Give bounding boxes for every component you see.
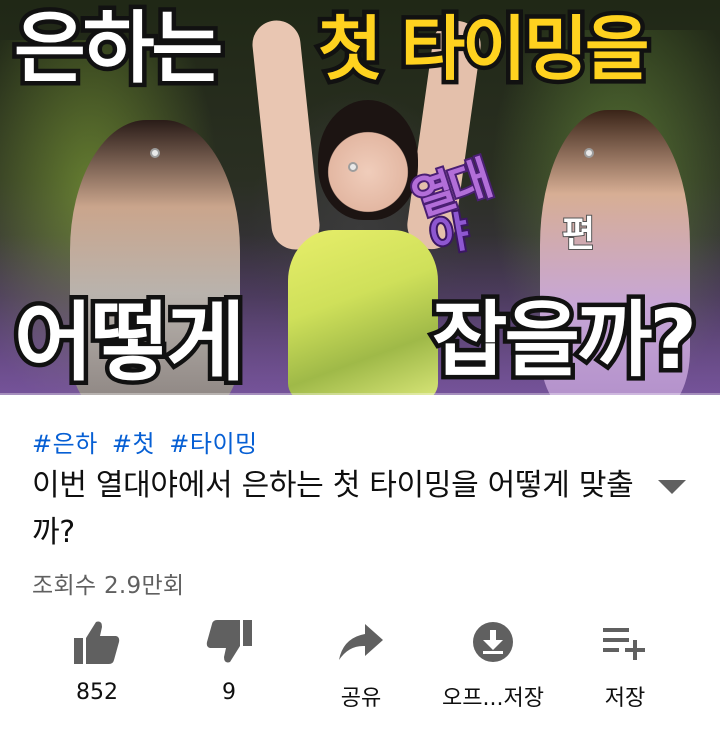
- save-label: 저장: [604, 686, 646, 711]
- share-button[interactable]: 공유: [295, 618, 427, 718]
- show-logo: 열대 야: [404, 149, 552, 276]
- hashtag-link[interactable]: #첫: [112, 430, 155, 458]
- expand-description-icon[interactable]: [658, 480, 686, 494]
- download-button[interactable]: 오프...저장: [427, 618, 559, 718]
- dislike-count: 9: [222, 680, 236, 705]
- show-logo-bottom: 야: [424, 205, 472, 263]
- caption-line1-yellow: 첫 타이밍을: [313, 8, 653, 90]
- thumbs-down-icon: [205, 618, 253, 666]
- headset-mic-center: [348, 162, 358, 172]
- performer-center-arm-left: [250, 18, 322, 252]
- like-button[interactable]: 852: [31, 618, 163, 718]
- show-logo-suffix: 편: [561, 213, 596, 256]
- progress-bar[interactable]: [0, 393, 720, 396]
- dislike-button[interactable]: 9: [163, 618, 295, 718]
- hashtag-list: #은하 #첫 #타이밍: [32, 424, 264, 459]
- caption-line2-right: 잡을까?: [428, 293, 702, 388]
- headset-mic-left: [150, 148, 160, 158]
- save-button[interactable]: 저장: [559, 618, 691, 718]
- like-count: 852: [76, 680, 118, 705]
- download-label: 오프...저장: [442, 686, 544, 711]
- video-player[interactable]: 은하는 첫 타이밍을 열대 야 편 어떻게 잡을까?: [0, 0, 720, 395]
- share-icon: [337, 618, 385, 666]
- caption-line1-white: 은하는: [9, 4, 227, 94]
- caption-line2-left: 어떻게: [9, 293, 249, 393]
- share-label: 공유: [340, 686, 382, 711]
- action-bar: 852 9 공유 오프...저장 저장: [0, 618, 720, 718]
- hashtag-link[interactable]: #타이밍: [169, 430, 257, 458]
- hashtag-link[interactable]: #은하: [32, 430, 98, 458]
- download-icon: [469, 618, 517, 666]
- performer-center-head: [318, 100, 418, 220]
- thumbs-up-icon: [73, 618, 121, 666]
- video-title[interactable]: 이번 열대야에서 은하는 첫 타이밍을 어떻게 맞출까?: [32, 462, 642, 556]
- add-to-playlist-icon: [601, 618, 649, 666]
- headset-mic-right: [584, 148, 594, 158]
- view-count: 조회수 2.9만회: [32, 573, 185, 599]
